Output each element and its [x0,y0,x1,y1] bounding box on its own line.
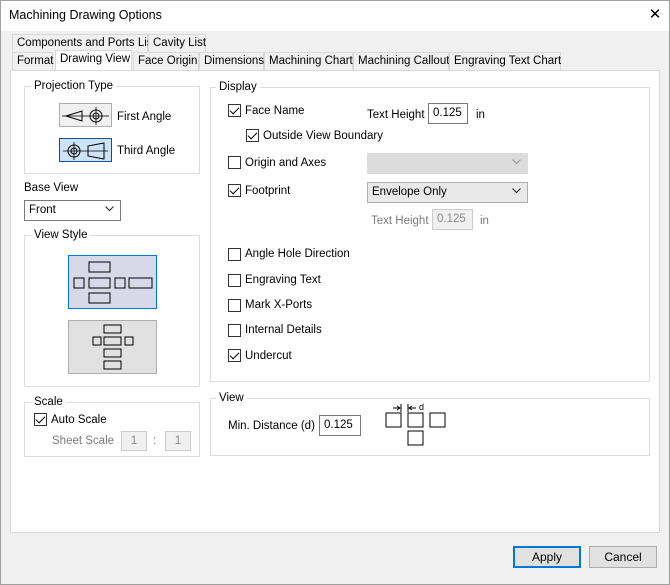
auto-scale-label: Auto Scale [51,414,107,426]
third-angle-label: Third Angle [117,145,176,157]
text-height-input[interactable]: 0.125 [428,103,468,124]
horizontal-layout-icon [73,261,153,304]
spacing-d-label: d [419,402,425,412]
tab-engraving-text-chart[interactable]: Engraving Text Chart [449,52,561,70]
footprint-text-height-unit: in [480,215,489,227]
view-spacing-icon [385,404,446,446]
chevron-down-icon [512,159,521,165]
tab-cavity-list[interactable]: Cavity List [148,34,206,52]
mark-x-ports-checkbox[interactable] [228,299,241,312]
origin-and-axes-select[interactable] [367,153,528,174]
undercut-checkbox[interactable] [228,349,241,362]
footprint-label: Footprint [245,185,291,197]
engraving-text-checkbox[interactable] [228,274,241,287]
footprint-checkbox[interactable] [228,184,241,197]
scale-label: Scale [31,395,66,409]
base-view-label: Base View [24,182,79,194]
undercut-label: Undercut [245,350,292,362]
angle-hole-direction-checkbox[interactable] [228,248,241,261]
origin-and-axes-checkbox[interactable] [228,156,241,169]
base-view-value: Front [29,204,56,216]
internal-details-label: Internal Details [245,324,322,336]
angle-hole-direction-label: Angle Hole Direction [245,248,350,260]
footprint-select-value: Envelope Only [372,186,447,198]
mark-x-ports-label: Mark X-Ports [245,299,313,311]
tab-dimensions[interactable]: Dimensions [199,52,264,70]
view-label: View [216,391,247,405]
tab-format[interactable]: Format [12,52,53,70]
outside-view-boundary-checkbox[interactable] [246,129,259,142]
chevron-down-icon [512,188,521,194]
outside-view-boundary-label: Outside View Boundary [263,130,383,142]
first-angle-label: First Angle [117,111,172,123]
sheet-scale-separator: : [153,435,157,447]
cancel-button[interactable]: Cancel [589,546,657,568]
text-height-unit: in [476,109,485,121]
tab-machining-callout[interactable]: Machining Callout [353,52,449,70]
footprint-select[interactable]: Envelope Only [367,182,528,203]
footprint-text-height-label: Text Height [371,215,429,227]
tab-face-origin[interactable]: Face Origin [133,52,199,70]
auto-scale-checkbox[interactable] [34,413,47,426]
apply-button[interactable]: Apply [513,546,581,568]
display-label: Display [216,80,260,94]
window-title: Machining Drawing Options [9,8,162,22]
face-name-checkbox[interactable] [228,104,241,117]
first-angle-button[interactable] [59,103,112,127]
min-distance-label: Min. Distance (d) [228,420,315,432]
tab-drawing-view[interactable]: Drawing View [55,50,132,70]
origin-and-axes-label: Origin and Axes [245,157,327,169]
third-angle-button[interactable] [59,138,112,162]
base-view-select[interactable]: Front [24,200,121,221]
first-angle-icon [62,107,109,125]
third-angle-icon [63,142,108,160]
sheet-scale-numerator-input[interactable]: 1 [121,431,147,451]
view-style-option-vertical[interactable] [68,320,157,374]
view-style-option-horizontal[interactable] [68,255,157,309]
footprint-text-height-input[interactable]: 0.125 [432,209,473,230]
text-height-label: Text Height [367,109,425,121]
vertical-layout-icon [92,324,134,370]
close-icon[interactable]: ✕ [644,3,666,27]
sheet-scale-denominator-input[interactable]: 1 [165,431,191,451]
view-spacing-diagram: d [380,401,450,449]
sheet-scale-label: Sheet Scale [52,435,115,447]
internal-details-checkbox[interactable] [228,324,241,337]
view-style-label: View Style [31,228,91,242]
engraving-text-label: Engraving Text [245,274,321,286]
projection-type-label: Projection Type [31,79,117,93]
min-distance-input[interactable]: 0.125 [319,415,361,436]
chevron-down-icon [105,206,114,212]
face-name-label: Face Name [245,105,305,117]
tab-machining-chart[interactable]: Machining Chart [264,52,353,70]
